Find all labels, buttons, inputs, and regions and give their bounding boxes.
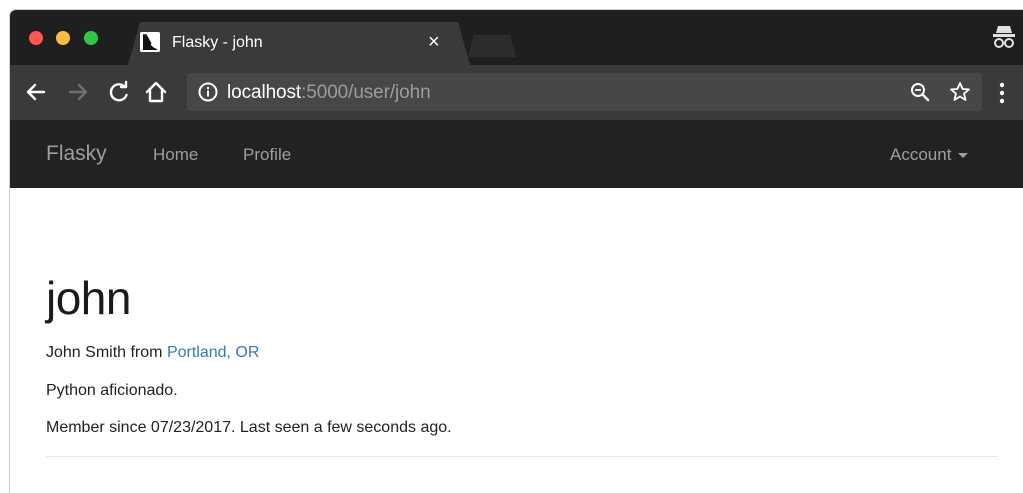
- tab-strip: Flasky - john ×: [10, 10, 1023, 65]
- url-path: :5000/user/john: [301, 82, 431, 103]
- close-window-button[interactable]: [29, 31, 43, 45]
- back-arrow-icon[interactable]: [22, 78, 50, 106]
- browser-tab[interactable]: Flasky - john ×: [128, 22, 470, 65]
- reload-icon[interactable]: [105, 78, 133, 106]
- flask-favicon-icon: [140, 32, 160, 52]
- caret-down-icon: [958, 153, 969, 159]
- location-link[interactable]: Portland, OR: [167, 344, 259, 361]
- star-icon[interactable]: [949, 81, 971, 103]
- url-host: localhost: [227, 82, 302, 103]
- forward-arrow-icon[interactable]: [64, 78, 92, 106]
- profile-about: Python aficionado.: [46, 382, 178, 399]
- tab-close-icon[interactable]: ×: [428, 31, 440, 53]
- info-icon[interactable]: [197, 81, 219, 103]
- zoom-icon[interactable]: [909, 81, 931, 103]
- site-navbar: Flasky Home Profile Account: [10, 120, 1023, 188]
- minimize-window-button[interactable]: [56, 31, 70, 45]
- address-bar[interactable]: localhost:5000/user/john: [187, 73, 982, 111]
- menu-kebab-icon[interactable]: [995, 80, 1009, 106]
- new-tab-button[interactable]: [468, 35, 516, 57]
- nav-link-home[interactable]: Home: [153, 145, 198, 165]
- navbar-brand[interactable]: Flasky: [46, 142, 107, 166]
- browser-toolbar: localhost:5000/user/john: [10, 65, 1023, 120]
- nav-link-profile[interactable]: Profile: [243, 145, 291, 165]
- profile-member-since: Member since 07/23/2017. Last seen a few…: [46, 419, 452, 436]
- zoom-window-button[interactable]: [84, 31, 98, 45]
- account-label: Account: [890, 145, 952, 164]
- account-dropdown[interactable]: Account: [890, 145, 969, 165]
- home-icon[interactable]: [142, 78, 170, 106]
- divider: [46, 456, 998, 457]
- incognito-icon: [990, 22, 1018, 52]
- url-text: localhost:5000/user/john: [227, 82, 431, 104]
- profile-name-location: John Smith from Portland, OR: [46, 344, 259, 362]
- profile-name: John Smith from: [46, 344, 167, 361]
- tab-title: Flasky - john: [172, 34, 263, 51]
- browser-window: Flasky - john × localhost:5000/user/john…: [10, 10, 1023, 493]
- page-title: john: [46, 272, 131, 324]
